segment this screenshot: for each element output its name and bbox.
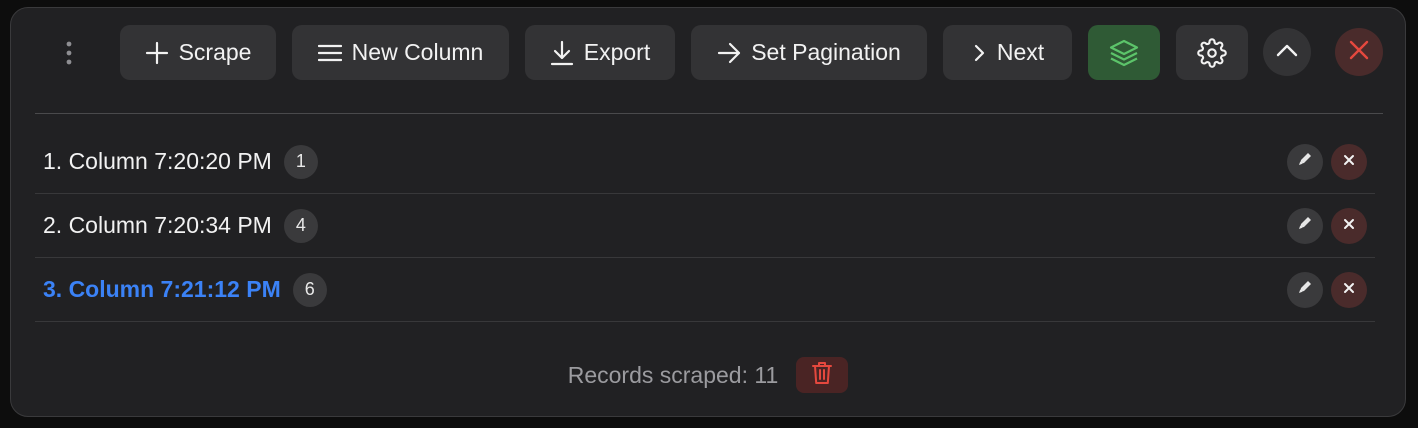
delete-column-button[interactable] [1331,143,1367,180]
toolbar-divider [35,113,1383,114]
trash-icon [811,360,833,391]
close-button[interactable] [1335,28,1383,76]
pencil-icon [1297,151,1313,172]
column-label[interactable]: 1. Column 7:20:20 PM [43,148,272,175]
column-label[interactable]: 2. Column 7:20:34 PM [43,212,272,239]
record-count-badge: 4 [283,208,318,243]
edit-column-button[interactable] [1287,207,1323,244]
layers-icon [1108,37,1140,69]
record-count-badge: 6 [292,272,327,307]
close-icon [1343,153,1355,171]
arrow-right-icon [717,42,741,64]
set-pagination-label: Set Pagination [751,39,901,65]
export-button[interactable]: Export [525,25,675,80]
next-label: Next [996,39,1045,65]
clear-records-button[interactable] [796,357,849,393]
column-row[interactable]: 2. Column 7:20:34 PM 4 [35,194,1375,258]
record-count-badge: 1 [283,144,318,179]
column-row[interactable]: 1. Column 7:20:20 PM 1 [35,130,1375,194]
row-actions [1287,207,1367,244]
row-actions [1287,271,1367,308]
delete-column-button[interactable] [1331,207,1367,244]
edit-column-button[interactable] [1287,143,1323,180]
pencil-icon [1297,279,1313,300]
toolbar: Scrape New Column Export Set Pagination [11,24,1405,82]
gear-icon [1197,37,1227,68]
scrape-label: Scrape [178,39,252,65]
column-list: 1. Column 7:20:20 PM 1 2. Column 7:20:34… [35,130,1375,322]
close-icon [1343,281,1355,299]
export-label: Export [583,39,651,65]
next-button[interactable]: Next [943,25,1072,80]
scraper-panel: Scrape New Column Export Set Pagination [10,7,1406,417]
plus-icon [145,41,169,65]
download-icon [550,40,574,66]
delete-column-button[interactable] [1331,271,1367,308]
pencil-icon [1297,215,1313,236]
more-vertical-icon[interactable] [57,36,81,70]
row-actions [1287,143,1367,180]
menu-lines-icon [317,43,342,63]
collapse-button[interactable] [1263,28,1311,76]
layers-button[interactable] [1088,25,1160,80]
set-pagination-button[interactable]: Set Pagination [691,25,927,80]
footer: Records scraped: 11 [11,356,1405,394]
close-icon [1343,217,1355,235]
column-row[interactable]: 3. Column 7:21:12 PM 6 [35,258,1375,322]
chevron-up-icon [1275,42,1299,63]
scrape-button[interactable]: Scrape [120,25,276,80]
edit-column-button[interactable] [1287,271,1323,308]
close-icon [1348,39,1370,66]
records-scraped-text: Records scraped: 11 [567,361,779,388]
new-column-label: New Column [351,39,484,65]
new-column-button[interactable]: New Column [292,25,509,80]
column-label-active[interactable]: 3. Column 7:21:12 PM [43,276,281,303]
settings-button[interactable] [1176,25,1248,80]
chevron-right-icon [971,43,987,63]
